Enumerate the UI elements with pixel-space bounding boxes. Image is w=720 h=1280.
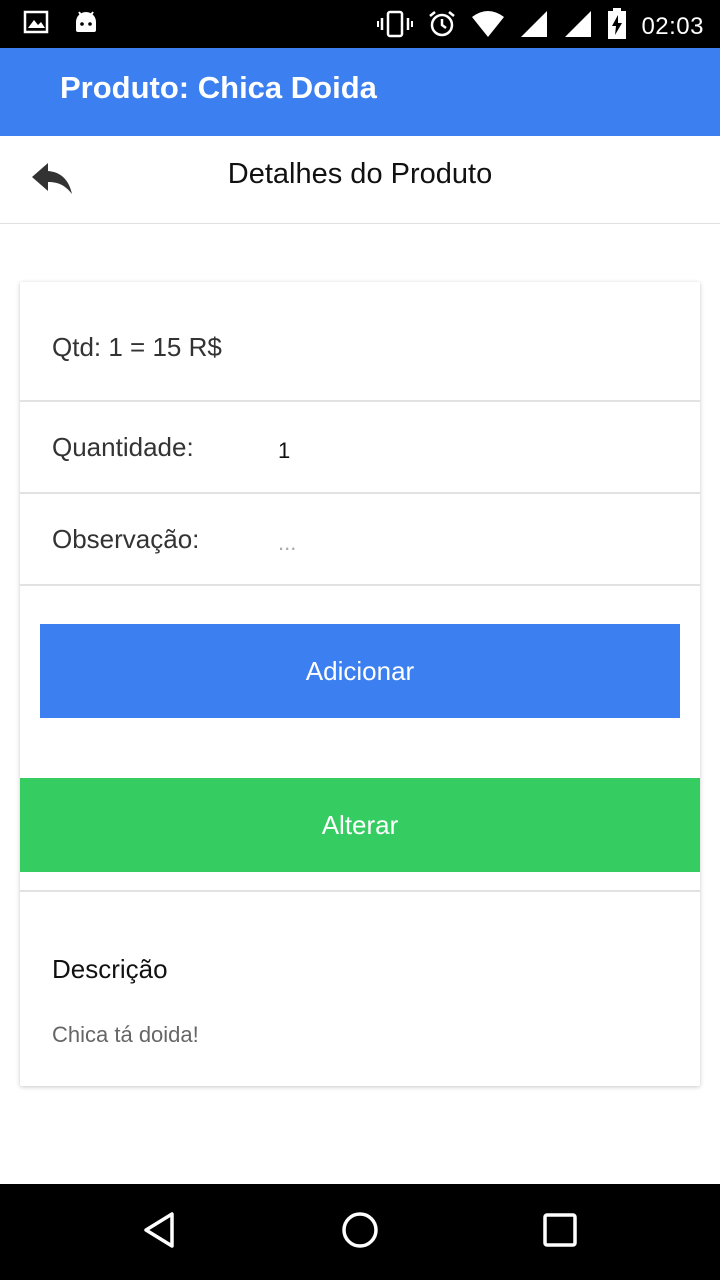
back-triangle-icon: [140, 1210, 180, 1255]
nav-home-button[interactable]: [338, 1210, 382, 1254]
price-row: Qtd: 1 = 15 R$: [20, 282, 700, 402]
quantity-row[interactable]: Quantidade: 1: [20, 402, 700, 494]
app-title: Produto: Chica Doida: [60, 70, 377, 105]
alarm-icon: [427, 9, 457, 44]
clock: 02:03: [641, 12, 704, 40]
main-content: Qtd: 1 = 15 R$ Quantidade: 1 Observação:…: [0, 224, 720, 1184]
app-bar: Produto: Chica Doida: [0, 48, 720, 136]
divider: [20, 890, 700, 892]
alter-button[interactable]: Alterar: [20, 778, 700, 872]
status-bar: 02:03: [0, 0, 720, 48]
image-icon: [22, 8, 50, 41]
product-card: Qtd: 1 = 15 R$ Quantidade: 1 Observação:…: [20, 282, 700, 1086]
wifi-icon: [471, 9, 505, 44]
price-line: Qtd: 1 = 15 R$: [52, 332, 222, 362]
signal-icon: [519, 9, 549, 44]
observation-row[interactable]: Observação: ...: [20, 494, 700, 586]
system-nav-bar: [0, 1184, 720, 1280]
page-title: Detalhes do Produto: [227, 158, 493, 190]
nav-recents-button[interactable]: [538, 1210, 582, 1254]
battery-charging-icon: [607, 8, 627, 45]
add-button[interactable]: Adicionar: [40, 624, 680, 718]
quantity-input[interactable]: 1: [278, 438, 290, 464]
nav-back-button[interactable]: [138, 1210, 182, 1254]
signal-icon: [563, 9, 593, 44]
vibrate-icon: [377, 9, 414, 44]
home-circle-icon: [340, 1210, 380, 1255]
observation-input[interactable]: ...: [278, 530, 296, 556]
recents-square-icon: [540, 1210, 580, 1255]
android-icon: [72, 8, 100, 41]
description-title: Descrição: [52, 954, 168, 984]
sub-header: Detalhes do Produto: [0, 136, 720, 224]
observation-label: Observação:: [52, 524, 200, 554]
description-text: Chica tá doida!: [52, 1022, 199, 1047]
quantity-label: Quantidade:: [52, 432, 194, 462]
